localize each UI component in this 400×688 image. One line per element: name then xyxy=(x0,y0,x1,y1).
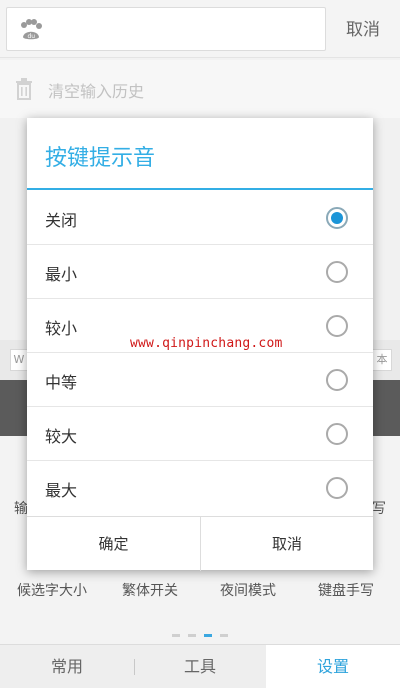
tile-night-mode[interactable]: 夜间模式 xyxy=(198,580,298,600)
candidate-left-fragment[interactable]: W xyxy=(10,349,28,371)
tile-candidate-size[interactable]: 候选字大小 xyxy=(2,580,102,600)
radio-icon[interactable] xyxy=(326,423,348,445)
cancel-button[interactable]: 取消 xyxy=(201,517,373,571)
search-cancel-button[interactable]: 取消 xyxy=(333,8,393,52)
svg-text:du: du xyxy=(28,33,36,40)
option-off[interactable]: 关闭 xyxy=(27,191,373,245)
page-dot xyxy=(220,634,228,637)
option-label: 最大 xyxy=(45,481,78,500)
page-dot xyxy=(172,634,180,637)
trash-icon xyxy=(16,78,32,100)
baidu-paw-icon: du xyxy=(21,19,42,40)
top-bar: du 取消 xyxy=(0,0,400,58)
option-label: 中等 xyxy=(45,373,78,392)
option-label: 较小 xyxy=(45,319,78,338)
radio-icon[interactable] xyxy=(326,477,348,499)
tile-traditional-toggle[interactable]: 繁体开关 xyxy=(100,580,200,600)
dialog-title: 按键提示音 xyxy=(45,146,156,171)
panel-right-peek: 写 xyxy=(372,501,386,517)
candidate-right-fragment[interactable]: 本 xyxy=(372,349,392,371)
tab-tools[interactable]: 工具 xyxy=(135,645,265,688)
clear-history-row[interactable]: 清空输入历史 xyxy=(0,60,400,118)
clear-history-label: 清空输入历史 xyxy=(48,82,145,101)
tab-settings[interactable]: 设置 xyxy=(266,645,400,688)
radio-icon[interactable] xyxy=(326,369,348,391)
option-maximum[interactable]: 最大 xyxy=(27,461,373,515)
tile-keyboard-handwriting[interactable]: 键盘手写 xyxy=(296,580,396,600)
option-label: 关闭 xyxy=(45,211,78,230)
panel-left-peek: 输 xyxy=(14,501,28,517)
radio-selected-icon[interactable] xyxy=(326,207,348,229)
page-dot xyxy=(188,634,196,637)
bottom-tab-bar: 常用 工具 设置 xyxy=(0,644,400,688)
option-high[interactable]: 较大 xyxy=(27,407,373,461)
option-label: 最小 xyxy=(45,265,78,284)
dialog-actions: 确定 取消 xyxy=(27,516,373,571)
radio-icon[interactable] xyxy=(326,315,348,337)
page-dot-active xyxy=(204,634,212,637)
search-input[interactable]: du xyxy=(6,7,326,51)
option-label: 较大 xyxy=(45,427,78,446)
tab-common[interactable]: 常用 xyxy=(0,645,134,688)
page-indicator xyxy=(172,634,232,640)
option-medium[interactable]: 中等 xyxy=(27,353,373,407)
confirm-button[interactable]: 确定 xyxy=(27,517,200,571)
title-divider xyxy=(27,188,373,190)
radio-icon[interactable] xyxy=(326,261,348,283)
site-watermark: www.qinpinchang.com xyxy=(130,336,283,351)
option-minimum[interactable]: 最小 xyxy=(27,245,373,299)
